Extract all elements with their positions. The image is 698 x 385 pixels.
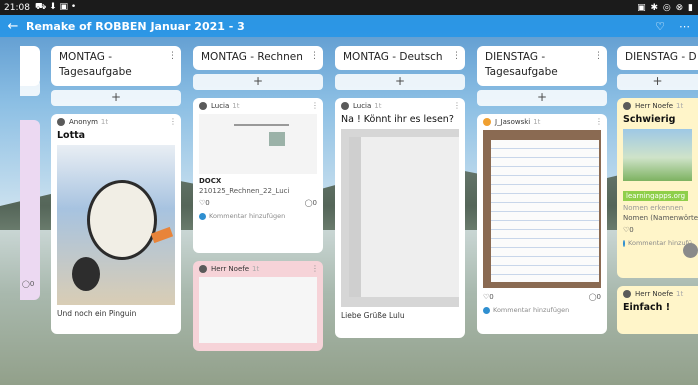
- column-header: MONTAG - Deutsch ⋮: [335, 46, 465, 70]
- post-card[interactable]: ⋮ Anonym 1t Lotta Und noch ein Pinguin: [51, 114, 181, 334]
- post-author: Herr Noefe: [635, 102, 674, 110]
- column-title: MONTAG - Tagesaufgabe: [59, 51, 132, 78]
- post-time: 1t: [100, 118, 109, 126]
- post-card[interactable]: ⋮ Herr Noefe 1t: [193, 261, 323, 351]
- more-options-icon[interactable]: ⋯: [679, 20, 690, 33]
- post-author: Anonym: [69, 118, 98, 126]
- link-preview-image[interactable]: [623, 129, 692, 181]
- post-menu-icon[interactable]: ⋮: [311, 101, 319, 110]
- document-preview[interactable]: [199, 114, 317, 174]
- back-arrow-icon[interactable]: ←: [0, 19, 26, 34]
- column-montag-tagesaufgabe: MONTAG - Tagesaufgabe ⋮ + ⋮ Anonym 1t Lo…: [51, 46, 181, 334]
- like-count[interactable]: ♡0: [483, 293, 494, 301]
- post-menu-icon[interactable]: ⋮: [169, 117, 177, 126]
- post-time: 1t: [374, 102, 382, 110]
- column-title: DIENSTAG - Tagesaufgabe: [485, 51, 558, 78]
- status-bar: 21:08 ⛟ ⬇ ▣ • ▣ ✱ ◎ ⊗ ▮: [0, 0, 698, 15]
- add-post-button[interactable]: +: [477, 90, 607, 106]
- avatar: [483, 306, 490, 314]
- column-header: MONTAG - Rechnen ⋮: [193, 46, 323, 70]
- add-post-button[interactable]: +: [335, 74, 465, 90]
- column-header: MONTAG - Tagesaufgabe ⋮: [51, 46, 181, 86]
- like-count[interactable]: ♡0: [199, 199, 210, 207]
- post-time: 1t: [252, 265, 260, 273]
- post-menu-icon[interactable]: ⋮: [595, 117, 603, 126]
- avatar: [341, 102, 349, 110]
- avatar: [623, 102, 631, 110]
- add-post-button[interactable]: +: [51, 90, 181, 106]
- post-card[interactable]: ⋮ Lucia 1t DOCX 210125_Rechnen_22_Luci ♡…: [193, 98, 323, 253]
- avatar: [199, 265, 207, 273]
- post-time: 1t: [676, 102, 684, 110]
- partial-column-header: [20, 46, 40, 86]
- post-menu-icon[interactable]: ⋮: [453, 101, 461, 110]
- column-title: MONTAG - Deutsch: [343, 51, 443, 63]
- like-count[interactable]: ♡0: [623, 226, 634, 234]
- board-title: Remake of ROBBEN Januar 2021 - 3: [26, 19, 245, 33]
- post-card[interactable]: ⋮ J_Jasowski 1t ♡0 ◯0 Kommentar hinzufüg…: [477, 114, 607, 334]
- status-icons-left: ⛟ ⬇ ▣ •: [34, 2, 77, 12]
- status-icons-right: ▣ ✱ ◎ ⊗ ▮: [637, 2, 694, 13]
- add-comment-field[interactable]: Kommentar hinzufügen: [493, 306, 569, 314]
- comment-count: ◯0: [22, 280, 35, 288]
- post-author: Lucia: [211, 102, 230, 110]
- post-card[interactable]: ⋮ Lucia 1t Na ! Könnt ihr es lesen? Lieb…: [335, 98, 465, 338]
- column-title: DIENSTAG - D: [625, 51, 697, 63]
- post-author: Herr Noefe: [211, 265, 250, 273]
- post-title: Einfach !: [623, 302, 671, 313]
- post-title: Schwierig: [623, 114, 676, 125]
- post-text: Und noch ein Pinguin: [57, 309, 137, 318]
- column-header: DIENSTAG - D: [617, 46, 698, 70]
- column-dienstag-tagesaufgabe: DIENSTAG - Tagesaufgabe ⋮ + ⋮ J_Jasowski…: [477, 46, 607, 334]
- add-post-button[interactable]: +: [617, 74, 698, 90]
- column-menu-icon[interactable]: ⋮: [168, 49, 177, 64]
- document-name: 210125_Rechnen_22_Luci: [199, 187, 290, 195]
- app-header: ← Remake of ROBBEN Januar 2021 - 3 ♡ ⋯: [0, 15, 698, 37]
- link-subtitle: Nomen erkennen: [623, 204, 684, 212]
- post-time: 1t: [232, 102, 240, 110]
- comment-count[interactable]: ◯0: [589, 293, 601, 301]
- post-time: 1t: [533, 118, 541, 126]
- post-text: Liebe Grüße Lulu: [341, 311, 405, 320]
- link-domain[interactable]: learningapps.org: [623, 191, 689, 201]
- avatar: [57, 118, 65, 126]
- avatar: [483, 118, 491, 126]
- post-menu-icon[interactable]: ⋮: [311, 264, 319, 273]
- penguin-drawing-image[interactable]: [57, 145, 175, 305]
- avatar: [623, 239, 626, 247]
- column-dienstag-d: DIENSTAG - D + Herr Noefe 1t Schwierig l…: [617, 46, 698, 334]
- document-type: DOCX: [199, 177, 222, 185]
- column-header: DIENSTAG - Tagesaufgabe ⋮: [477, 46, 607, 86]
- handwritten-notebook-image[interactable]: [483, 130, 601, 288]
- document-preview[interactable]: [199, 277, 317, 343]
- column-montag-rechnen: MONTAG - Rechnen ⋮ + ⋮ Lucia 1t DOCX 210…: [193, 46, 323, 351]
- post-author: Herr Noefe: [635, 290, 674, 298]
- post-time: 1t: [676, 290, 684, 298]
- column-menu-icon[interactable]: ⋮: [310, 49, 319, 64]
- add-comment-field[interactable]: Kommentar hinzufügen: [209, 212, 285, 220]
- link-description: Nomen (Namenwörter): [623, 214, 698, 222]
- partial-post-card[interactable]: ◯0: [20, 120, 40, 300]
- post-author: Lucia: [353, 102, 372, 110]
- status-time: 21:08: [4, 2, 30, 13]
- comment-count[interactable]: ◯0: [305, 199, 317, 207]
- column-title: MONTAG - Rechnen: [201, 51, 303, 63]
- post-title: Na ! Könnt ihr es lesen?: [341, 114, 454, 125]
- avatar: [199, 212, 206, 220]
- column-menu-icon[interactable]: ⋮: [594, 49, 603, 64]
- scroll-handle[interactable]: [683, 243, 698, 258]
- avatar: [623, 290, 631, 298]
- post-title: Lotta: [57, 130, 86, 141]
- column-menu-icon[interactable]: ⋮: [452, 49, 461, 64]
- post-author: J_Jasowski: [495, 118, 531, 126]
- add-post-button[interactable]: +: [193, 74, 323, 90]
- column-montag-deutsch: MONTAG - Deutsch ⋮ + ⋮ Lucia 1t Na ! Kön…: [335, 46, 465, 338]
- add-comment-field[interactable]: Kommentar hinzufü: [628, 239, 692, 247]
- avatar: [199, 102, 207, 110]
- heart-icon[interactable]: ♡: [655, 20, 665, 33]
- handwritten-worksheet-image[interactable]: [341, 129, 459, 307]
- post-card[interactable]: Herr Noefe 1t Einfach !: [617, 286, 698, 334]
